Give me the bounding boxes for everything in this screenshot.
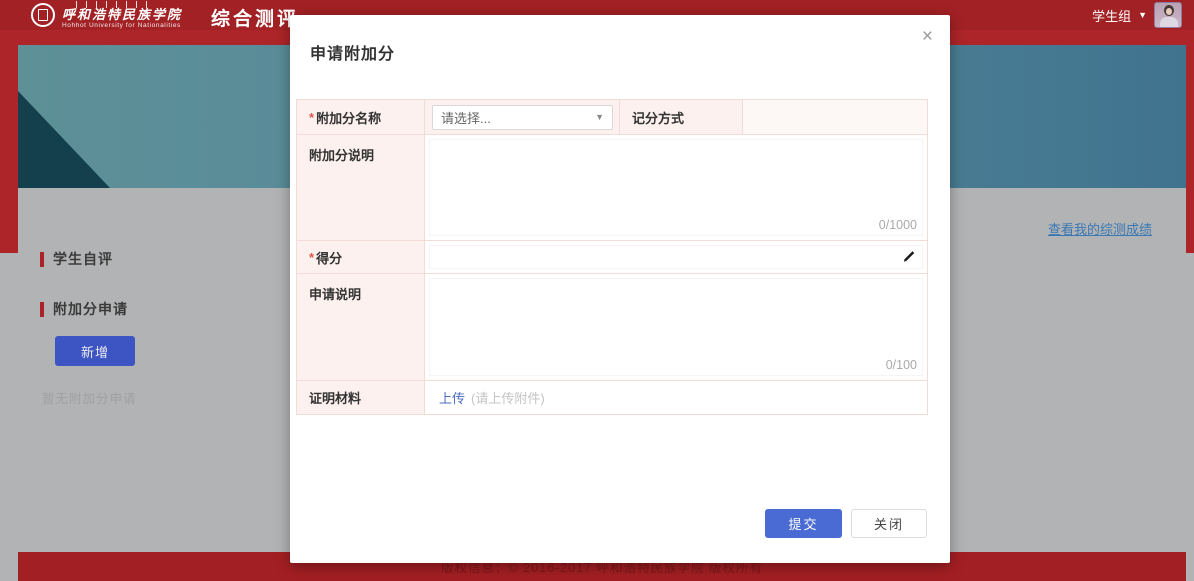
bonus-application-form: * 附加分名称 请选择... ▼ 记分方式 附加分说明	[296, 99, 928, 415]
apply-description-label: 申请说明	[297, 274, 425, 380]
section-student-self-review: 学生自评	[40, 249, 113, 269]
bonus-description-label: 附加分说明	[297, 135, 425, 240]
pencil-edit-icon[interactable]	[902, 251, 915, 264]
upload-link[interactable]: 上传	[439, 388, 465, 407]
mongolian-script-decoration	[76, 1, 154, 8]
view-my-scores-link[interactable]: 查看我的综测成绩	[1048, 219, 1152, 238]
add-bonus-button[interactable]: 新增	[55, 336, 135, 366]
apply-description-cell: 0/100	[425, 274, 927, 380]
section-marker-bar	[40, 252, 44, 267]
banner-triangle-decoration	[18, 91, 110, 188]
close-icon[interactable]: ×	[922, 27, 933, 47]
section-label: 学生自评	[53, 249, 113, 269]
university-logo-icon[interactable]	[31, 3, 55, 27]
bonus-name-select[interactable]: 请选择... ▼	[432, 105, 613, 130]
user-menu[interactable]: 学生组 ▼	[1092, 2, 1182, 28]
section-marker-bar	[40, 302, 44, 317]
upload-hint: (请上传附件)	[471, 388, 545, 407]
form-row-score: * 得分	[297, 241, 927, 274]
chevron-down-icon[interactable]: ▼	[1138, 10, 1147, 20]
form-row-bonus-name: * 附加分名称 请选择... ▼ 记分方式	[297, 100, 927, 135]
apply-description-textarea[interactable]	[429, 278, 923, 376]
chevron-down-icon: ▼	[595, 112, 612, 122]
required-asterisk: *	[309, 250, 314, 265]
proof-material-label: 证明材料	[297, 381, 425, 414]
app-title: 综合测评	[211, 4, 299, 31]
form-row-bonus-description: 附加分说明 0/1000	[297, 135, 927, 241]
form-row-apply-description: 申请说明 0/100	[297, 274, 927, 381]
bonus-name-label: * 附加分名称	[297, 100, 425, 134]
section-bonus-application: 附加分申请	[40, 299, 128, 319]
score-cell	[425, 241, 927, 273]
avatar[interactable]	[1154, 2, 1182, 28]
university-logo-emblem	[38, 9, 48, 21]
submit-button[interactable]: 提交	[765, 509, 842, 538]
required-asterisk: *	[309, 110, 314, 125]
field-label: 得分	[316, 248, 342, 267]
empty-state-text: 暂无附加分申请	[42, 388, 137, 407]
scoring-method-label: 记分方式	[619, 100, 742, 134]
user-group-label[interactable]: 学生组	[1092, 6, 1131, 25]
char-counter: 0/100	[886, 358, 917, 372]
field-label: 附加分名称	[316, 108, 381, 127]
bonus-name-select-cell: 请选择... ▼	[425, 100, 619, 134]
app-screen: 版权信息：© 2016-2017 呼和浩特民族学院 版权所有 呼和浩特民族学院 …	[0, 0, 1194, 581]
avatar-body-shape	[1160, 17, 1178, 28]
university-name-cn: 呼和浩特民族学院	[62, 8, 182, 22]
apply-bonus-modal: 申请附加分 × * 附加分名称 请选择... ▼ 记分方式	[290, 15, 950, 563]
select-placeholder: 请选择...	[433, 108, 595, 127]
form-row-proof-material: 证明材料 上传 (请上传附件)	[297, 381, 927, 414]
bonus-description-cell: 0/1000	[425, 135, 927, 240]
field-label: 附加分说明	[309, 145, 374, 164]
proof-material-cell: 上传 (请上传附件)	[425, 381, 927, 414]
university-logo-group: 呼和浩特民族学院 Hohhot University for Nationali…	[62, 1, 182, 29]
scoring-method-value	[742, 100, 927, 134]
close-button[interactable]: 关闭	[851, 509, 927, 538]
bonus-description-textarea[interactable]	[429, 139, 923, 236]
section-label: 附加分申请	[53, 299, 128, 319]
field-label: 申请说明	[309, 284, 361, 303]
score-input[interactable]	[429, 245, 923, 269]
field-label: 证明材料	[309, 388, 361, 407]
modal-title: 申请附加分	[310, 40, 395, 64]
score-label: * 得分	[297, 241, 425, 273]
avatar-face-shape	[1166, 8, 1172, 15]
university-name-en: Hohhot University for Nationalities	[62, 22, 182, 29]
char-counter: 0/1000	[879, 218, 917, 232]
